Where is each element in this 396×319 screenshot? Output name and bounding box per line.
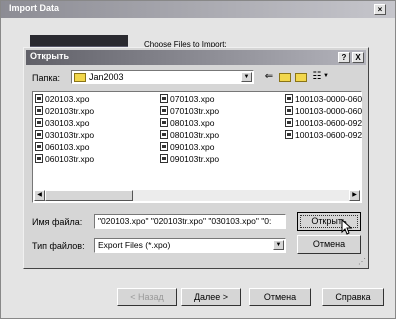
list-item[interactable]: 060103.xpo — [35, 142, 89, 153]
view-menu-chevron-icon[interactable]: ▼ — [323, 73, 329, 79]
filetype-dropdown[interactable]: Export Files (*.xpo) ▼ — [94, 238, 286, 253]
close-icon[interactable]: × — [374, 4, 386, 15]
file-icon — [285, 130, 293, 140]
folder-value: Jan2003 — [89, 72, 124, 82]
folder-icon — [74, 73, 86, 82]
scroll-left-icon[interactable]: ◀ — [34, 190, 45, 201]
import-banner-image — [30, 35, 128, 46]
back-arrow-icon[interactable]: ⇐ — [262, 71, 276, 83]
file-list[interactable]: 020103.xpo 020103tr.xpo 030103.xpo 03010… — [32, 91, 362, 203]
open-dialog-title: Открыть — [30, 51, 70, 61]
import-data-title: Import Data — [9, 3, 60, 13]
file-icon — [35, 130, 43, 140]
list-item[interactable]: 020103tr.xpo — [35, 106, 94, 117]
help-question-button[interactable]: ? — [338, 52, 350, 63]
list-item[interactable]: 030103.xpo — [35, 118, 89, 129]
file-icon — [35, 94, 43, 104]
list-item[interactable]: 100103-0600-092 — [285, 118, 362, 129]
folder-label: Папка: — [32, 73, 60, 83]
list-item[interactable]: 100103-0000-060 — [285, 94, 362, 105]
view-menu-icon[interactable]: ☷ — [310, 71, 324, 83]
file-icon — [160, 142, 168, 152]
horizontal-scrollbar[interactable]: ◀ ▶ — [34, 190, 360, 201]
filename-value: "020103.xpo" "020103tr.xpo" "030103.xpo"… — [98, 216, 272, 226]
scroll-right-icon[interactable]: ▶ — [349, 190, 360, 201]
dialog-cancel-button[interactable]: Отмена — [297, 235, 361, 254]
list-item[interactable]: 070103.xpo — [160, 94, 214, 105]
import-data-title-bar: Import Data × — [1, 1, 395, 18]
chevron-down-icon[interactable]: ▼ — [273, 240, 284, 250]
up-folder-icon[interactable] — [278, 71, 292, 83]
open-dialog-title-bar: Открыть ? X — [26, 50, 366, 65]
list-item[interactable]: 090103.xpo — [160, 142, 214, 153]
resize-grip-icon[interactable]: ⋰ — [358, 257, 366, 266]
file-icon — [160, 94, 168, 104]
back-button[interactable]: < Назад — [117, 288, 177, 306]
file-icon — [285, 94, 293, 104]
file-icon — [160, 106, 168, 116]
file-icon — [35, 154, 43, 164]
new-folder-icon[interactable] — [294, 71, 308, 83]
cancel-button[interactable]: Отмена — [249, 288, 311, 306]
file-icon — [35, 118, 43, 128]
help-button[interactable]: Справка — [322, 288, 384, 306]
file-icon — [35, 106, 43, 116]
list-item[interactable]: 030103tr.xpo — [35, 130, 94, 141]
filename-label: Имя файла: — [32, 217, 83, 227]
list-item[interactable]: 070103tr.xpo — [160, 106, 219, 117]
list-item[interactable]: 100103-0600-092 — [285, 130, 362, 141]
mouse-cursor-icon — [341, 219, 353, 235]
file-icon — [35, 142, 43, 152]
filetype-value: Export Files (*.xpo) — [98, 240, 171, 250]
file-icon — [160, 118, 168, 128]
open-file-dialog: Открыть ? X Папка: Jan2003 ▼ ⇐ ☷ ▼ 02010… — [23, 47, 369, 269]
list-item[interactable]: 080103tr.xpo — [160, 130, 219, 141]
list-item[interactable]: 100103-0000-060 — [285, 106, 362, 117]
filetype-label: Тип файлов: — [32, 241, 85, 251]
scroll-thumb[interactable] — [45, 190, 133, 201]
list-item[interactable]: 080103.xpo — [160, 118, 214, 129]
file-icon — [160, 130, 168, 140]
file-icon — [285, 118, 293, 128]
list-item[interactable]: 060103tr.xpo — [35, 154, 94, 165]
list-item[interactable]: 020103.xpo — [35, 94, 89, 105]
file-icon — [160, 154, 168, 164]
list-item[interactable]: 090103tr.xpo — [160, 154, 219, 165]
folder-dropdown[interactable]: Jan2003 ▼ — [71, 70, 254, 84]
dialog-close-button[interactable]: X — [352, 52, 364, 63]
chevron-down-icon[interactable]: ▼ — [241, 72, 252, 82]
filename-input[interactable]: "020103.xpo" "020103tr.xpo" "030103.xpo"… — [94, 214, 286, 229]
file-icon — [285, 106, 293, 116]
next-button[interactable]: Далее > — [181, 288, 241, 306]
